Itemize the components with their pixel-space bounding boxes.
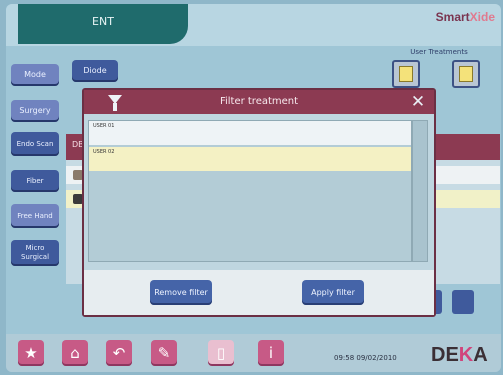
side-button-micro-surgical[interactable]: Micro Surgical <box>11 240 59 266</box>
trash-icon[interactable] <box>452 290 474 314</box>
user-treatments-label: User Treatments <box>410 48 468 56</box>
dialog-title: Filter treatment <box>219 96 299 107</box>
dialog-header: Filter treatment ✕ <box>84 90 434 114</box>
diode-button[interactable]: Diode <box>72 60 118 82</box>
scrollbar[interactable] <box>412 120 428 262</box>
mode-button[interactable]: Mode <box>11 64 59 86</box>
document-icon <box>459 66 473 82</box>
side-button-free-hand[interactable]: Free Hand <box>11 204 59 228</box>
list-item[interactable]: USER 01 <box>89 121 411 145</box>
clock: 09:58 09/02/2010 <box>334 354 397 362</box>
surgery-button[interactable]: Surgery <box>11 100 59 122</box>
list-item[interactable]: USER 02 <box>89 147 411 171</box>
deka-logo: DEKA <box>431 344 488 366</box>
section-tab[interactable]: ENT <box>18 4 188 44</box>
side-button-fiber[interactable]: Fiber <box>11 170 59 192</box>
remove-filter-button[interactable]: Remove filter <box>150 280 212 305</box>
treatment-filter-list: USER 01 USER 02 <box>88 120 412 262</box>
star-icon[interactable]: ★ <box>18 340 44 366</box>
close-icon[interactable]: ✕ <box>408 92 428 112</box>
dock: ★ ⌂ ↶ ✎ ▯ i 09:58 09/02/2010 DEKA <box>6 334 501 372</box>
page-icon[interactable]: ▯ <box>208 340 234 366</box>
info-icon[interactable]: i <box>258 340 284 366</box>
back-icon[interactable]: ↶ <box>106 340 132 366</box>
home-icon[interactable]: ⌂ <box>62 340 88 366</box>
brand-logo: SmartXide <box>435 10 495 24</box>
apply-filter-button[interactable]: Apply filter <box>302 280 364 305</box>
user-treatment-2-button[interactable] <box>452 60 480 88</box>
user-treatment-1-button[interactable] <box>392 60 420 88</box>
top-bar: ENT SmartXide <box>6 4 501 46</box>
section-label: ENT <box>92 15 114 28</box>
dialog-footer: Remove filter Apply filter <box>84 270 434 315</box>
wrench-icon[interactable]: ✎ <box>151 340 177 366</box>
filter-treatment-dialog: Filter treatment ✕ USER 01 USER 02 Remov… <box>82 88 436 317</box>
document-icon <box>399 66 413 82</box>
side-button-endo-scan[interactable]: Endo Scan <box>11 132 59 156</box>
